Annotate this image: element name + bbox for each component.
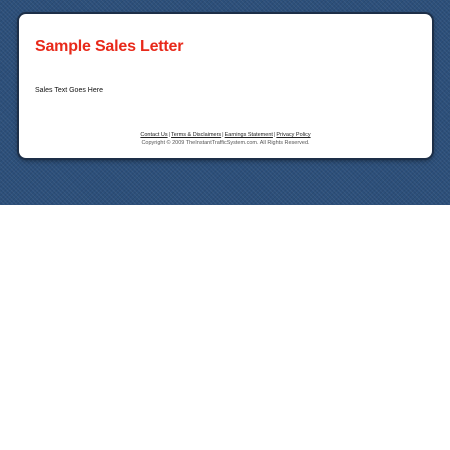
- content-panel: Sample Sales Letter Sales Text Goes Here…: [19, 14, 432, 158]
- footer-links: Contact Us|Terms & Disclaimers|Earnings …: [19, 131, 432, 139]
- copyright-text: Copyright © 2009 TheInstantTrafficSystem…: [141, 140, 310, 146]
- footer-link-contact-us[interactable]: Contact Us: [140, 132, 167, 138]
- footer: Contact Us|Terms & Disclaimers|Earnings …: [19, 131, 432, 147]
- page-title: Sample Sales Letter: [35, 38, 184, 55]
- footer-link-privacy-policy[interactable]: Privacy Policy: [276, 132, 310, 138]
- footer-link-earnings-statement[interactable]: Earnings Statement: [225, 132, 273, 138]
- sales-text: Sales Text Goes Here: [35, 87, 103, 94]
- footer-link-terms[interactable]: Terms & Disclaimers: [171, 132, 221, 138]
